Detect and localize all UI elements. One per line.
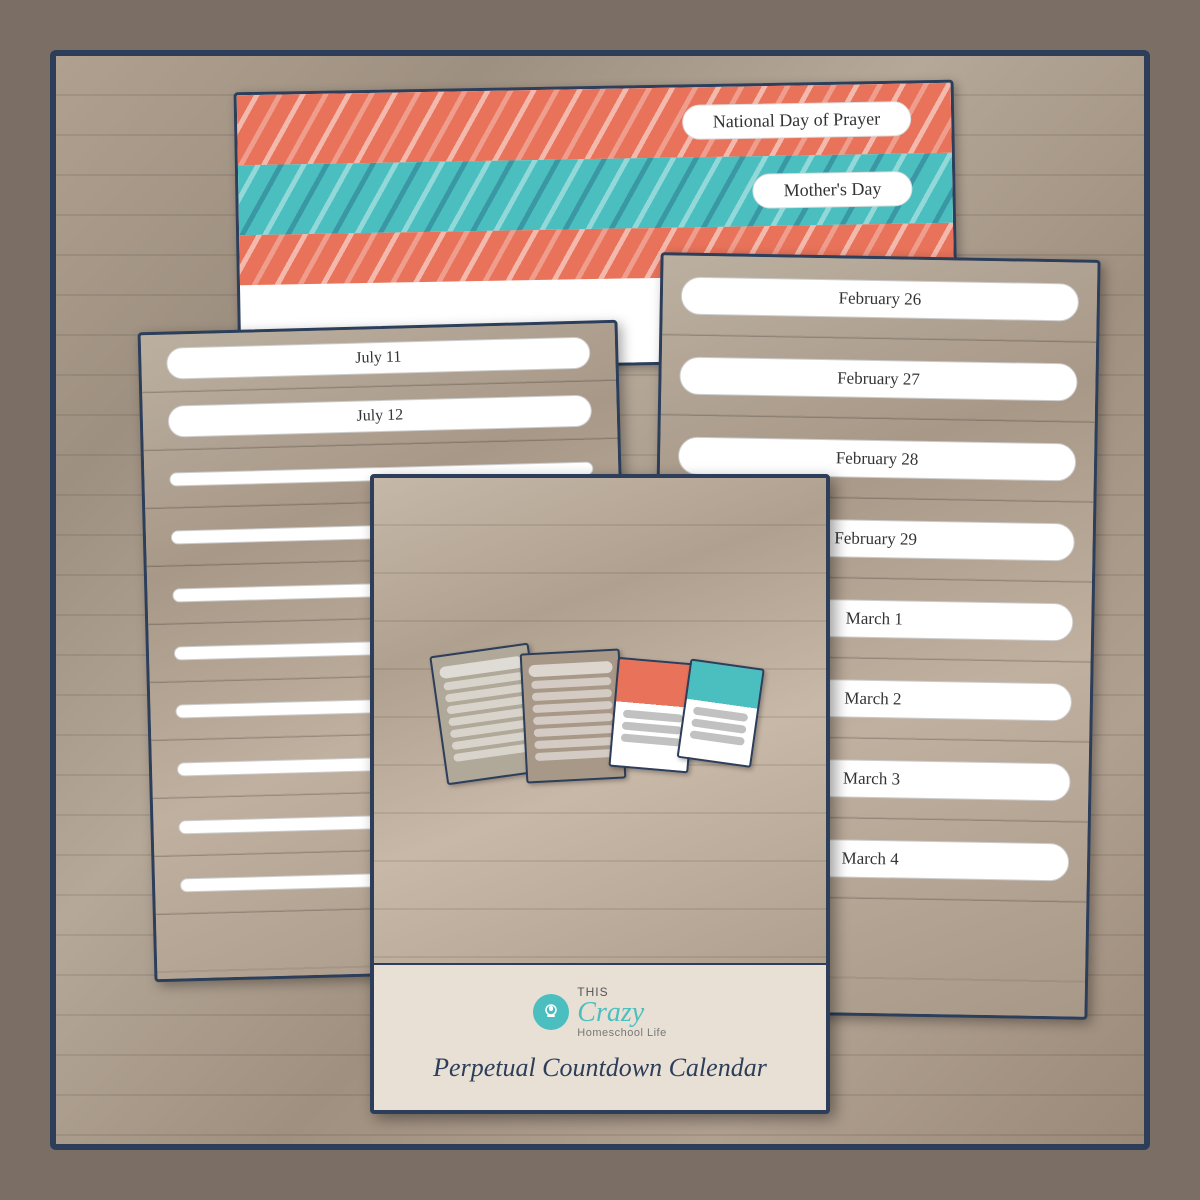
brand-homeschool-text: Homeschool Life — [577, 1027, 666, 1039]
date-oval-1: July 11 — [166, 336, 591, 379]
date-oval-2: July 12 — [167, 394, 592, 437]
brand-logo: This Crazy Homeschool Life — [399, 985, 801, 1039]
brand-text: This Crazy Homeschool Life — [577, 985, 666, 1039]
date-row-right: February 27 — [661, 335, 1096, 423]
holiday-label-1: National Day of Prayer — [681, 101, 911, 140]
coral-chevron-row: National Day of Prayer — [237, 83, 952, 165]
teal-chevron-row: Mother's Day — [238, 153, 953, 235]
mini-card-right-teal — [676, 658, 764, 767]
date-oval-right-2: February 27 — [679, 356, 1078, 401]
card-front-wood — [374, 478, 826, 963]
brand-crazy-text: Crazy — [577, 999, 644, 1027]
front-cover-card: This Crazy Homeschool Life Perpetual Cou… — [370, 474, 830, 1114]
date-row-right: February 26 — [662, 255, 1097, 343]
mini-cards-illustration — [423, 651, 778, 781]
calendar-title: Perpetual Countdown Calendar — [399, 1051, 801, 1085]
holiday-label-2: Mother's Day — [752, 171, 912, 209]
date-oval-right-1: February 26 — [681, 276, 1080, 321]
card-front-bottom: This Crazy Homeschool Life Perpetual Cou… — [374, 963, 826, 1110]
outer-frame: National Day of Prayer Mother's Day July… — [50, 50, 1150, 1150]
brand-icon — [533, 994, 569, 1030]
